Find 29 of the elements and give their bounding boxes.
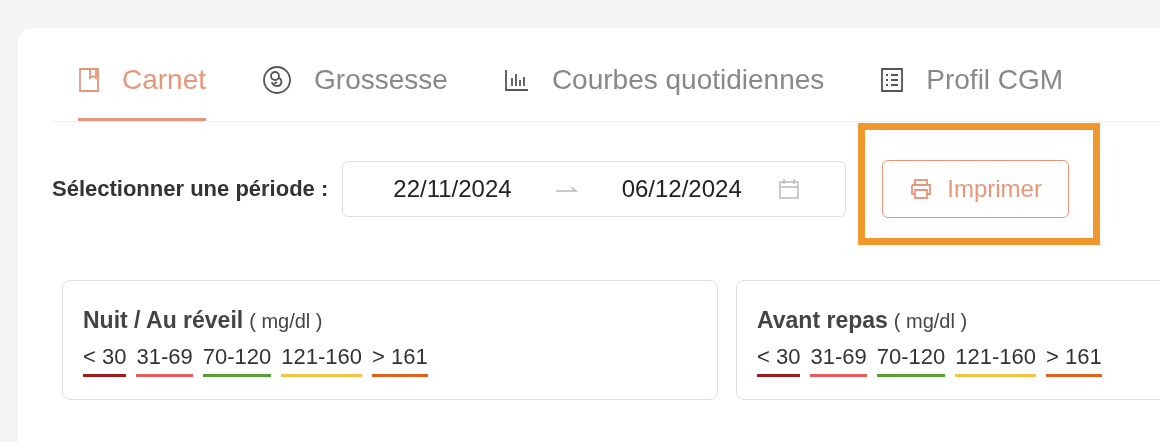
book-icon	[78, 67, 100, 93]
range-label: > 161	[372, 344, 428, 377]
range-label: 121-160	[281, 344, 362, 377]
print-button[interactable]: Imprimer	[882, 160, 1069, 218]
range-label: 70-120	[876, 344, 946, 377]
bar-chart-icon	[503, 68, 530, 92]
range-label: 31-69	[810, 344, 867, 377]
tab[interactable]: Carnet	[78, 28, 207, 121]
legend-title: Avant repas	[757, 307, 888, 334]
range-label: < 30	[83, 344, 127, 377]
start-date: 22/11/2024	[393, 175, 512, 203]
printer-icon	[909, 178, 934, 200]
tab[interactable]: Grossesse	[262, 28, 448, 121]
fetus-icon	[262, 65, 293, 95]
range-label: 70-120	[202, 344, 272, 377]
period-label: Sélectionner une période :	[52, 176, 329, 202]
end-date: 06/12/2024	[621, 175, 742, 203]
unit-label: ( mg/dl )	[893, 310, 968, 333]
tab[interactable]: Courbes quotidiennes	[503, 28, 825, 121]
calendar-icon	[777, 178, 800, 200]
range-label: > 161	[1046, 344, 1102, 377]
range-label: 121-160	[955, 344, 1036, 377]
list-icon	[880, 67, 905, 93]
range-label: < 30	[757, 344, 801, 377]
legend-title: Nuit / Au réveil	[83, 307, 244, 334]
range-label: 31-69	[136, 344, 193, 377]
date-range-field[interactable]: 22/11/2024 06/12/2024	[342, 161, 847, 217]
tab[interactable]: Profil CGM	[880, 28, 1064, 121]
unit-label: ( mg/dl )	[249, 310, 323, 333]
